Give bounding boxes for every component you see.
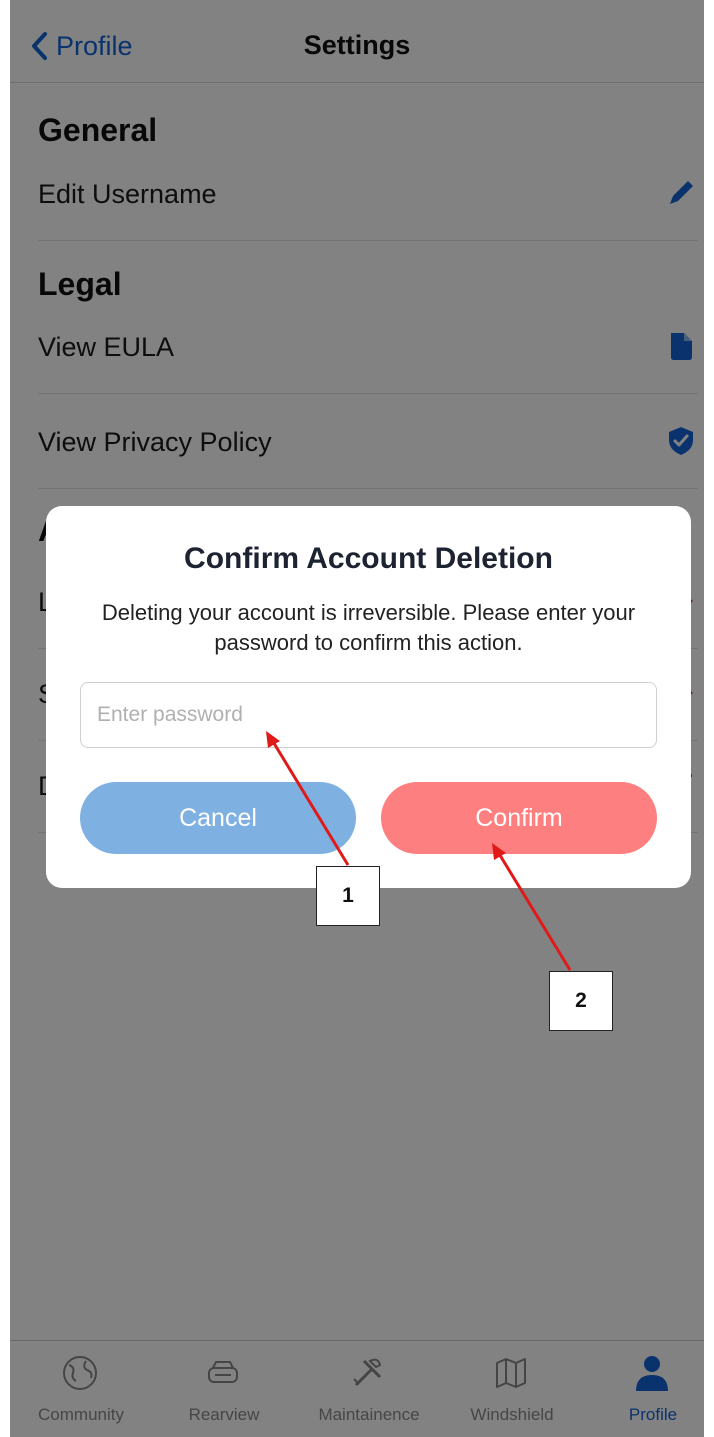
app-screen: Profile Settings General Edit Username L… [10, 0, 704, 1437]
confirm-deletion-dialog: Confirm Account Deletion Deleting your a… [46, 506, 691, 888]
dialog-title: Confirm Account Deletion [184, 542, 553, 575]
confirm-button[interactable]: Confirm [381, 782, 657, 854]
annotation-badge-1: 1 [316, 866, 380, 926]
cancel-button[interactable]: Cancel [80, 782, 356, 854]
annotation-badge-2: 2 [549, 971, 613, 1031]
password-input[interactable] [80, 682, 657, 748]
dialog-message: Deleting your account is irreversible. P… [101, 600, 636, 655]
